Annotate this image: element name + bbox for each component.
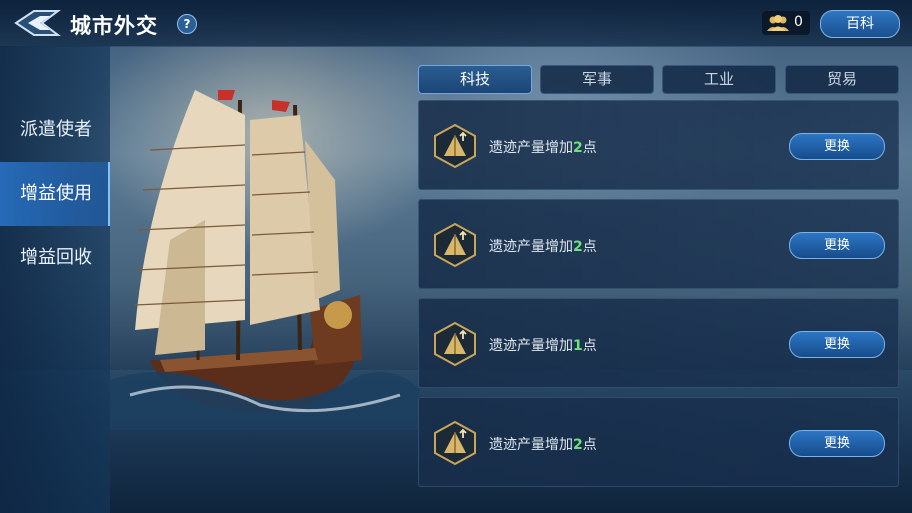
buff-description: 遗迹产量增加2点: [489, 434, 597, 454]
junk-ship-illustration: [110, 90, 420, 430]
nav-item-dispatch-envoy[interactable]: 派遣使者: [0, 98, 110, 162]
buff-unit: 点: [582, 338, 597, 354]
side-nav: 派遣使者 增益使用 增益回收: [0, 46, 110, 513]
buff-description: 遗迹产量增加2点: [489, 137, 597, 157]
buff-description: 遗迹产量增加2点: [489, 236, 597, 256]
resource-count: 0: [794, 14, 803, 30]
buff-text: 遗迹产量增加: [489, 338, 573, 354]
envoy-people-icon: [767, 15, 789, 31]
buff-card: 遗迹产量增加2点 更换: [418, 397, 899, 487]
buff-text: 遗迹产量增加: [489, 239, 573, 255]
pyramid-relic-icon: [434, 420, 476, 466]
buff-value: 2: [573, 140, 583, 156]
top-bar: 城市外交 ? 0 百科: [0, 0, 912, 47]
change-button[interactable]: 更换: [789, 133, 885, 160]
nav-item-buff-use[interactable]: 增益使用: [0, 162, 110, 226]
tab-trade[interactable]: 贸易: [785, 65, 899, 94]
buff-unit: 点: [582, 239, 597, 255]
buff-text: 遗迹产量增加: [489, 437, 573, 453]
buff-value: 2: [573, 239, 583, 255]
buff-card: 遗迹产量增加1点 更换: [418, 298, 899, 388]
pyramid-relic-icon: [434, 222, 476, 268]
tab-military[interactable]: 军事: [540, 65, 654, 94]
pyramid-relic-icon: [434, 321, 476, 367]
wiki-button[interactable]: 百科: [820, 10, 900, 38]
pyramid-relic-icon: [434, 123, 476, 169]
buff-value: 2: [573, 437, 583, 453]
buff-unit: 点: [582, 437, 597, 453]
envoy-resource-counter: 0: [762, 11, 810, 35]
change-button[interactable]: 更换: [789, 430, 885, 457]
back-arrow-icon[interactable]: [12, 7, 62, 39]
buff-unit: 点: [582, 140, 597, 156]
buff-value: 1: [573, 338, 583, 354]
nav-item-buff-recycle[interactable]: 增益回收: [0, 226, 110, 290]
change-button[interactable]: 更换: [789, 232, 885, 259]
buff-card: 遗迹产量增加2点 更换: [418, 100, 899, 190]
change-button[interactable]: 更换: [789, 331, 885, 358]
help-icon[interactable]: ?: [177, 14, 197, 34]
buff-description: 遗迹产量增加1点: [489, 335, 597, 355]
buff-card: 遗迹产量增加2点 更换: [418, 199, 899, 289]
buff-text: 遗迹产量增加: [489, 140, 573, 156]
tab-technology[interactable]: 科技: [418, 65, 532, 94]
page-title: 城市外交: [70, 14, 158, 38]
tab-industry[interactable]: 工业: [662, 65, 776, 94]
